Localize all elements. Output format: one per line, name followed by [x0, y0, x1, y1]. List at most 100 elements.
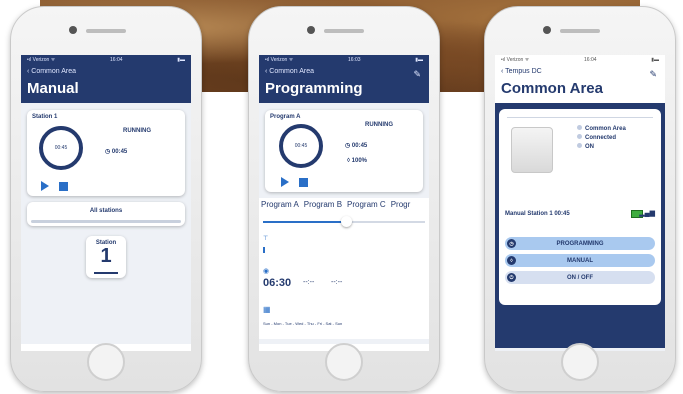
power-dot-icon	[577, 143, 582, 148]
start-time[interactable]: 06:30	[263, 277, 291, 289]
info-area: Common Area	[577, 125, 626, 134]
ring-time: 00:45	[294, 143, 308, 149]
play-icon[interactable]	[281, 177, 289, 187]
running-status: RUNNING	[365, 122, 393, 128]
page-title: Manual	[27, 80, 79, 97]
edit-icon[interactable]: ✎	[413, 69, 421, 80]
controller-card: Common Area Connected ON Manual Station …	[499, 109, 661, 305]
screen-common-area: •ıl Verizon ᯤ 16:04 ▮▬ ‹ Tempus DC Commo…	[495, 55, 665, 351]
info-area-text: Common Area	[585, 126, 626, 132]
stop-icon[interactable]	[299, 178, 309, 187]
start-slot-2[interactable]: --:--	[303, 279, 314, 286]
programming-label: PROGRAMMING	[556, 240, 604, 247]
carrier-text: •ıl Verizon ᯤ	[265, 57, 294, 63]
page-title: Programming	[265, 80, 363, 97]
page-title: Common Area	[501, 80, 603, 97]
water-percent: 100%	[351, 158, 367, 164]
all-stations-label: All stations	[89, 208, 123, 214]
on-off-button[interactable]: ⏻ ON / OFF	[505, 271, 655, 284]
status-time: 16:04	[110, 57, 123, 63]
info-power: ON	[577, 143, 626, 152]
back-label: Tempus DC	[505, 68, 542, 75]
station-label: Station 1	[32, 114, 58, 120]
divider	[507, 117, 653, 118]
battery-icon: ▮▬	[177, 57, 185, 63]
all-stations-card[interactable]: All stations	[27, 202, 185, 226]
play-icon[interactable]	[41, 181, 49, 191]
home-button[interactable]	[87, 343, 125, 381]
on-off-label: ON / OFF	[567, 274, 593, 281]
info-connection: Connected	[577, 134, 626, 143]
program-card: Program A 00:45 RUNNING ◷ 00:45 ◊ 100%	[265, 110, 423, 192]
screen-manual: •ıl Verizon ᯤ 16:04 ▮▬ ‹ Common Area Man…	[21, 55, 191, 351]
phone-programming: •ıl Verizon ᯤ 16:03 ▮▬ ‹ Common Area Pro…	[248, 6, 440, 392]
stop-icon[interactable]	[59, 182, 69, 191]
phone-common-area: •ıl Verizon ᯤ 16:04 ▮▬ ‹ Tempus DC Commo…	[484, 6, 676, 392]
controller-device-image	[511, 127, 553, 173]
tab-program-d[interactable]: Progr	[391, 200, 411, 209]
speaker-icon	[560, 29, 600, 33]
back-label: Common Area	[31, 68, 77, 75]
clock-time: 00:45	[351, 143, 368, 149]
status-time: 16:04	[584, 57, 597, 63]
back-button[interactable]: ‹ Common Area	[21, 66, 191, 77]
start-slot-3[interactable]: --:--	[331, 279, 342, 286]
status-bar: •ıl Verizon ᯤ 16:04 ▮▬	[21, 55, 191, 66]
back-label: Common Area	[269, 68, 315, 75]
all-stations-slider[interactable]	[31, 220, 181, 223]
back-button[interactable]: ‹ Tempus DC	[495, 66, 665, 77]
signal-icon: ▂▄▆	[639, 210, 655, 217]
timer-ring: 00:45	[279, 124, 323, 168]
battery-icon: ▮▬	[415, 57, 423, 63]
tab-program-b[interactable]: Program B	[304, 200, 342, 209]
progress-fill	[263, 221, 343, 223]
phone-manual: •ıl Verizon ᯤ 16:04 ▮▬ ‹ Common Area Man…	[10, 6, 202, 392]
back-button[interactable]: ‹ Common Area	[259, 66, 429, 77]
home-button[interactable]	[561, 343, 599, 381]
calendar-icon: ▦	[263, 305, 271, 314]
camera-icon	[543, 26, 551, 34]
clock-time: 00:45	[111, 149, 128, 155]
water-row: ◊ 100%	[347, 158, 367, 164]
timer-ring: 00:45	[39, 126, 83, 170]
navbar: •ıl Verizon ᯤ 16:04 ▮▬ ‹ Common Area Man…	[21, 55, 191, 103]
manual-button[interactable]: ◊ MANUAL	[505, 254, 655, 267]
manual-station-status: Manual Station 1 00:45	[505, 211, 570, 217]
program-label: Program A	[270, 114, 301, 120]
station-tile[interactable]: Station 1	[86, 236, 126, 278]
level-indicator	[263, 247, 265, 253]
program-tabs: Program A Program B Program C Progr	[259, 198, 429, 211]
water-drop-icon: ◊	[347, 158, 350, 164]
manual-label: MANUAL	[567, 257, 593, 264]
home-button[interactable]	[325, 343, 363, 381]
edit-icon[interactable]: ✎	[649, 69, 657, 80]
station-card: Station 1 00:45 RUNNING ◷ 00:45	[27, 110, 185, 196]
info-power-text: ON	[585, 144, 594, 150]
progress-handle[interactable]	[341, 216, 352, 227]
screen-programming: •ıl Verizon ᯤ 16:03 ▮▬ ‹ Common Area Pro…	[259, 55, 429, 351]
clock-icon: ◷	[345, 143, 351, 149]
speaker-icon	[324, 29, 364, 33]
info-list: Common Area Connected ON	[577, 125, 626, 152]
carrier-text: •ıl Verizon ᯤ	[27, 57, 56, 63]
navbar: •ıl Verizon ᯤ 16:04 ▮▬ ‹ Tempus DC Commo…	[495, 55, 665, 103]
tab-program-a[interactable]: Program A	[261, 200, 299, 209]
programming-button[interactable]: ◷ PROGRAMMING	[505, 237, 655, 250]
days-row[interactable]: Sun - Mon - Tue - Wed - Thu - Fri - Sat …	[263, 321, 342, 326]
running-status: RUNNING	[123, 128, 151, 134]
camera-icon	[69, 26, 77, 34]
speaker-icon	[86, 29, 126, 33]
play-circle-icon: ◉	[263, 268, 270, 275]
clock-icon: ◷	[507, 239, 516, 248]
thermometer-icon: ⊤	[263, 236, 269, 242]
status-time: 16:03	[348, 57, 361, 63]
area-dot-icon	[577, 125, 582, 130]
action-buttons: ◷ PROGRAMMING ◊ MANUAL ⏻ ON / OFF	[505, 233, 655, 288]
tab-program-c[interactable]: Program C	[347, 200, 386, 209]
battery-icon: ▮▬	[651, 57, 659, 63]
info-connection-text: Connected	[585, 135, 617, 141]
controls	[281, 174, 309, 192]
connection-dot-icon	[577, 134, 582, 139]
station-tile-number: 1	[100, 245, 112, 267]
camera-icon	[307, 26, 315, 34]
